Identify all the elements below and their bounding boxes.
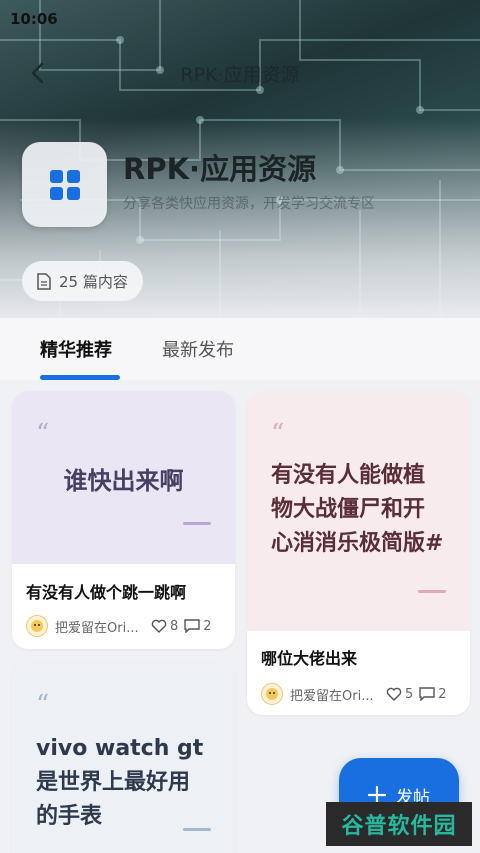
post-author[interactable]: 把爱留在Ori... <box>55 617 145 636</box>
post-title: 哪位大佬出来 <box>261 649 358 668</box>
post-cover: “ vivo watch gt是世界上最好用的手表 <box>12 662 235 853</box>
post-meta: 把爱留在Ori... 5 2 <box>247 683 470 705</box>
like-count[interactable]: 5 <box>386 687 413 702</box>
cover-dash <box>183 522 211 525</box>
tab-bar: 精华推荐 最新发布 <box>0 318 480 380</box>
comment-count-value: 2 <box>203 618 212 634</box>
quote-icon: “ <box>36 419 50 449</box>
heart-icon <box>386 687 402 701</box>
post-title: 有没有人做个跳一跳啊 <box>26 583 187 602</box>
watermark-text: 谷普软件园 <box>341 814 457 839</box>
watermark-logo: 谷普软件园 <box>326 802 472 846</box>
post-cover: “ 有没有人能做植物大战僵尸和开心消消乐极简版# <box>247 391 470 631</box>
cover-dash <box>183 828 211 831</box>
nav-title: RPK·应用资源 <box>180 64 300 86</box>
comment-icon <box>184 619 200 633</box>
post-meta: 把爱留在Ori... 8 2 <box>12 615 235 637</box>
heart-icon <box>151 619 167 633</box>
comment-count[interactable]: 2 <box>419 686 447 702</box>
post-card[interactable]: “ vivo watch gt是世界上最好用的手表 <box>12 662 235 853</box>
content-count-badge: 25 篇内容 <box>22 261 143 301</box>
post-card[interactable]: “ 谁快出来啊 有没有人做个跳一跳啊 把爱留在Ori... 8 2 <box>12 391 235 649</box>
like-count[interactable]: 8 <box>151 619 178 634</box>
page-description: 分享各类快应用资源，开发学习交流专区 <box>123 196 375 212</box>
quote-icon: “ <box>271 419 285 449</box>
page-title: RPK·应用资源 <box>123 152 317 186</box>
app-icon <box>22 142 107 227</box>
tab-featured[interactable]: 精华推荐 <box>40 336 112 362</box>
comment-icon <box>419 687 435 701</box>
tab-latest[interactable]: 最新发布 <box>162 336 234 362</box>
comment-count[interactable]: 2 <box>184 618 212 634</box>
post-cover-text: 有没有人能做植物大战僵尸和开心消消乐极简版# <box>271 463 444 556</box>
avatar[interactable] <box>26 615 48 637</box>
avatar-face-icon <box>266 688 278 700</box>
grid-apps-icon <box>49 169 80 200</box>
status-time: 10:06 <box>10 10 58 28</box>
post-author[interactable]: 把爱留在Ori... <box>290 685 380 704</box>
post-cover-text: 谁快出来啊 <box>63 467 184 495</box>
document-icon <box>37 272 51 290</box>
comment-count-value: 2 <box>438 686 447 702</box>
post-cover-text: vivo watch gt是世界上最好用的手表 <box>36 736 204 829</box>
nav-bar: RPK·应用资源 <box>0 52 480 92</box>
tab-indicator <box>40 375 120 380</box>
post-cover: “ 谁快出来啊 <box>12 391 235 564</box>
avatar-face-icon <box>31 620 43 632</box>
content-count: 25 篇内容 <box>59 272 128 291</box>
like-count-value: 5 <box>405 686 414 702</box>
cover-dash <box>418 590 446 593</box>
status-bar: 10:06 <box>0 6 480 32</box>
quote-icon: “ <box>36 690 50 720</box>
post-card[interactable]: “ 有没有人能做植物大战僵尸和开心消消乐极简版# 哪位大佬出来 把爱留在Ori.… <box>247 391 470 715</box>
avatar[interactable] <box>261 683 283 705</box>
like-count-value: 8 <box>170 618 179 634</box>
